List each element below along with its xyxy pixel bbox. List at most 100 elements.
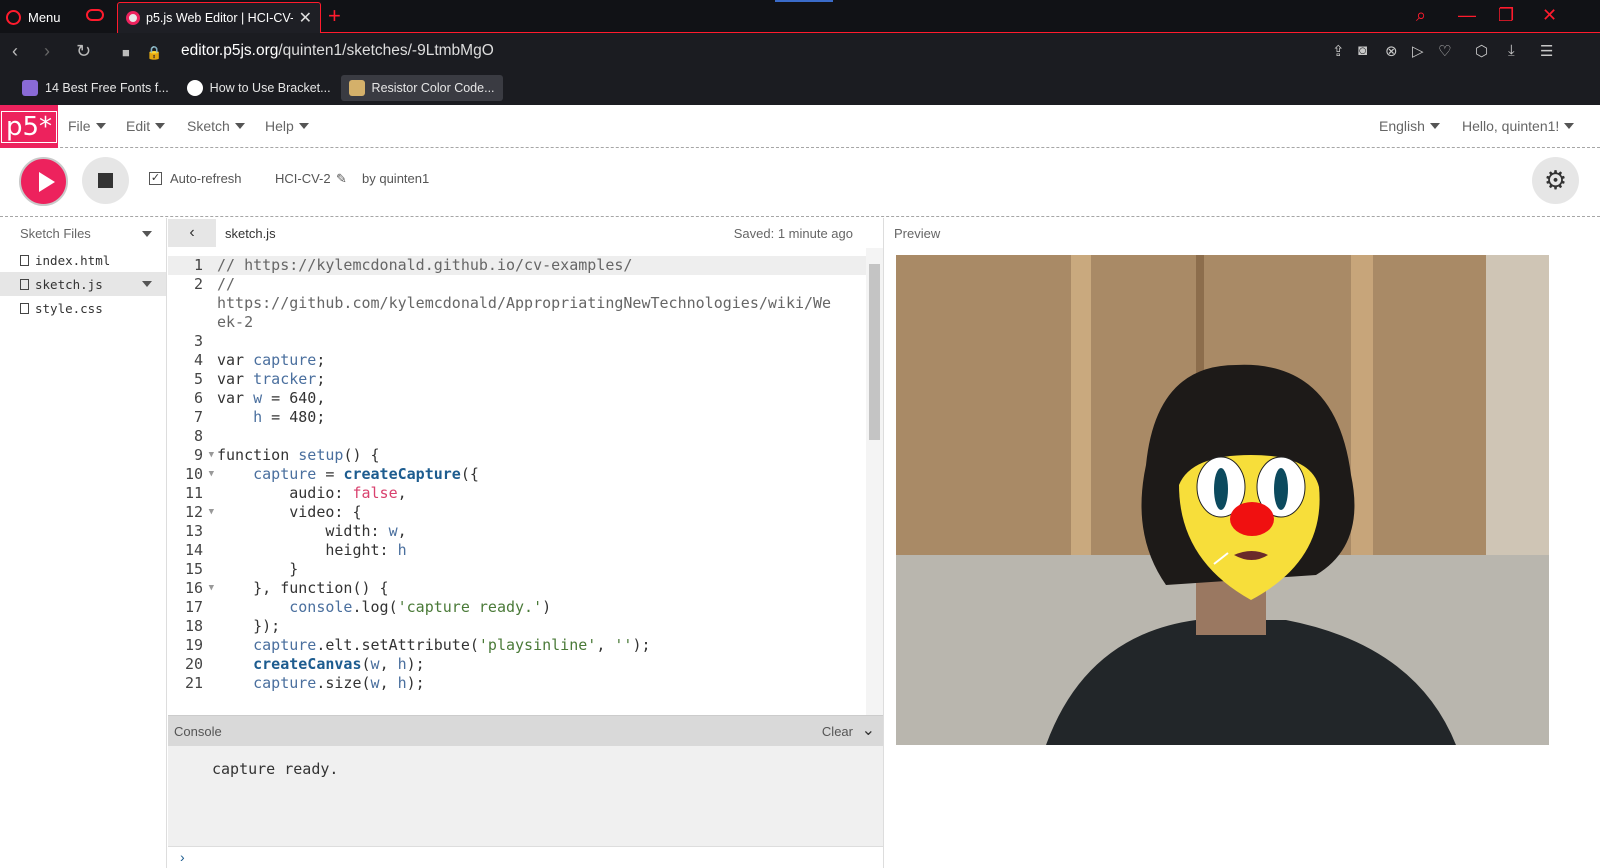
code-line[interactable]: 3 [168, 332, 883, 351]
opera-menu-button[interactable]: Menu [6, 4, 61, 30]
code-line[interactable]: 6 var w = 640, [168, 389, 883, 408]
user-menu[interactable]: Hello, quinten1! [1462, 118, 1575, 134]
url-field[interactable]: editor.p5js.org/quinten1/sketches/-9Ltmb… [181, 42, 494, 60]
line-number: 8 [193, 427, 203, 445]
code-line[interactable]: 16 ▼ }, function() { [168, 579, 883, 598]
fold-arrow-icon[interactable]: ▼ [209, 465, 214, 484]
console-clear-button[interactable]: Clear [822, 724, 853, 739]
editor-scrollbar[interactable] [866, 248, 883, 715]
code-line[interactable]: 11 audio: false, [168, 484, 883, 503]
fold-arrow-icon[interactable]: ▼ [209, 579, 214, 598]
console-input[interactable]: › [168, 846, 883, 868]
menu-sketch[interactable]: Sketch [187, 118, 245, 134]
back-icon[interactable]: ‹ [12, 42, 18, 60]
menu-file[interactable]: File [68, 118, 106, 134]
p5-logo[interactable]: p5* [0, 105, 58, 148]
auto-refresh-checkbox[interactable]: ✓ [149, 172, 162, 185]
line-number: 10 ▼ [184, 465, 214, 483]
code-line[interactable]: 17 console.log('capture ready.') [168, 598, 883, 617]
code-line[interactable]: https://github.com/kylemcdonald/Appropri… [168, 294, 883, 313]
code-line[interactable]: 14 height: h [168, 541, 883, 560]
file-options-icon[interactable] [142, 281, 152, 287]
chevron-down-icon [1564, 123, 1575, 129]
p5-nav: p5* File Edit Sketch Help English Hello,… [0, 105, 1600, 148]
scrollbar-thumb[interactable] [869, 264, 880, 440]
chevron-down-icon[interactable]: ⌄ [862, 720, 875, 740]
code-text: createCanvas(w, h); [253, 655, 425, 673]
file-label: style.css [35, 300, 103, 316]
edit-pencil-icon[interactable]: ✎ [336, 171, 347, 187]
code-text: // https://kylemcdonald.github.io/cv-exa… [217, 256, 633, 274]
file-icon [20, 278, 29, 290]
bookmark-heart-icon[interactable]: ♡ [1438, 42, 1451, 60]
stop-button[interactable] [82, 157, 129, 204]
tab-close-icon[interactable]: ✕ [299, 8, 312, 28]
language-menu[interactable]: English [1379, 118, 1440, 134]
fold-arrow-icon[interactable]: ▼ [209, 503, 214, 522]
sketch-canvas[interactable] [896, 255, 1549, 745]
reload-icon[interactable]: ↻ [76, 42, 91, 60]
forward-icon[interactable]: › [44, 42, 50, 60]
code-line[interactable]: 15 } [168, 560, 883, 579]
easy-setup-icon[interactable]: ☰ [1540, 42, 1553, 60]
search-tabs-icon[interactable]: ⌕ [1416, 5, 1426, 26]
code-line[interactable]: 2 // [168, 275, 883, 294]
code-line[interactable]: 19 capture.elt.setAttribute('playsinline… [168, 636, 883, 655]
code-line[interactable]: 10 ▼ capture = createCapture({ [168, 465, 883, 484]
line-number: 20 [184, 655, 203, 673]
code-line[interactable]: 20 createCanvas(w, h); [168, 655, 883, 674]
code-line[interactable]: 21 capture.size(w, h); [168, 674, 883, 693]
code-line[interactable]: 18 }); [168, 617, 883, 636]
window-close-icon[interactable]: ✕ [1542, 5, 1557, 26]
code-line[interactable]: 12 ▼ video: { [168, 503, 883, 522]
code-line[interactable]: 9 ▼ function setup() { [168, 446, 883, 465]
line-number: 2 [193, 275, 203, 293]
file-index-html[interactable]: index.html [0, 248, 166, 272]
file-style-css[interactable]: style.css [0, 296, 166, 320]
menu-edit[interactable]: Edit [126, 118, 166, 134]
tab-indicator [775, 0, 833, 2]
sidebar-header[interactable]: Sketch Files [0, 218, 166, 248]
gamepad-icon[interactable] [86, 9, 104, 21]
code-line[interactable]: 5 var tracker; [168, 370, 883, 389]
code-line[interactable]: 8 [168, 427, 883, 446]
settings-gear-icon[interactable]: ⚙ [1532, 157, 1579, 204]
code-text: audio: false, [217, 484, 407, 502]
user-greeting: Hello, quinten1! [1462, 118, 1560, 134]
fold-arrow-icon[interactable]: ▼ [209, 446, 214, 465]
code-text: capture.elt.setAttribute('playsinline', … [253, 636, 651, 654]
lock-icon[interactable]: 🔒 [146, 44, 162, 62]
download-icon[interactable]: ⤓ [1508, 42, 1515, 59]
menu-help[interactable]: Help [265, 118, 309, 134]
share-icon[interactable]: ⇪ [1332, 42, 1345, 60]
new-tab-button[interactable]: + [328, 4, 341, 28]
chevron-down-icon [95, 123, 106, 129]
code-line[interactable]: 13 width: w, [168, 522, 883, 541]
extensions-icon[interactable]: ⬡ [1475, 42, 1488, 60]
adblock-icon[interactable]: ⊗ [1385, 42, 1398, 60]
code-line[interactable]: 7 h = 480; [168, 408, 883, 427]
file-sketch-js[interactable]: sketch.js [0, 272, 166, 296]
sketch-name[interactable]: HCI-CV-2 [275, 171, 331, 186]
snapshot-icon[interactable]: ◙ [1358, 42, 1367, 59]
tab-bar: Menu p5.js Web Editor | HCI-CV-2 ✕ + ⌕ —… [0, 0, 1600, 33]
tab-title: p5.js Web Editor | HCI-CV-2 [146, 11, 293, 25]
browser-tab-active[interactable]: p5.js Web Editor | HCI-CV-2 ✕ [117, 2, 321, 33]
minimize-icon[interactable]: — [1458, 5, 1476, 26]
bookmark-fonts[interactable]: 14 Best Free Fonts f... [14, 75, 177, 101]
code-line[interactable]: ek-2 [168, 313, 883, 332]
code-area[interactable]: 1 // https://kylemcdonald.github.io/cv-ex… [168, 248, 883, 715]
bookmark-resistor[interactable]: Resistor Color Code... [340, 75, 503, 101]
code-line[interactable]: 1 // https://kylemcdonald.github.io/cv-ex… [168, 256, 883, 275]
code-line[interactable]: 4 var capture; [168, 351, 883, 370]
bookmarks-bar: 14 Best Free Fonts f... How to Use Brack… [0, 71, 1600, 105]
file-label: sketch.js [35, 276, 103, 292]
bookmark-github[interactable]: How to Use Bracket... [179, 75, 339, 101]
camera-indicator-icon[interactable]: ■ [122, 44, 130, 62]
collapse-sidebar-icon[interactable]: ‹ [168, 219, 216, 247]
restore-icon[interactable]: ❐ [1498, 5, 1514, 26]
play-button[interactable] [19, 157, 68, 206]
flow-icon[interactable]: ▷ [1412, 42, 1424, 60]
resistor-icon [348, 80, 365, 96]
